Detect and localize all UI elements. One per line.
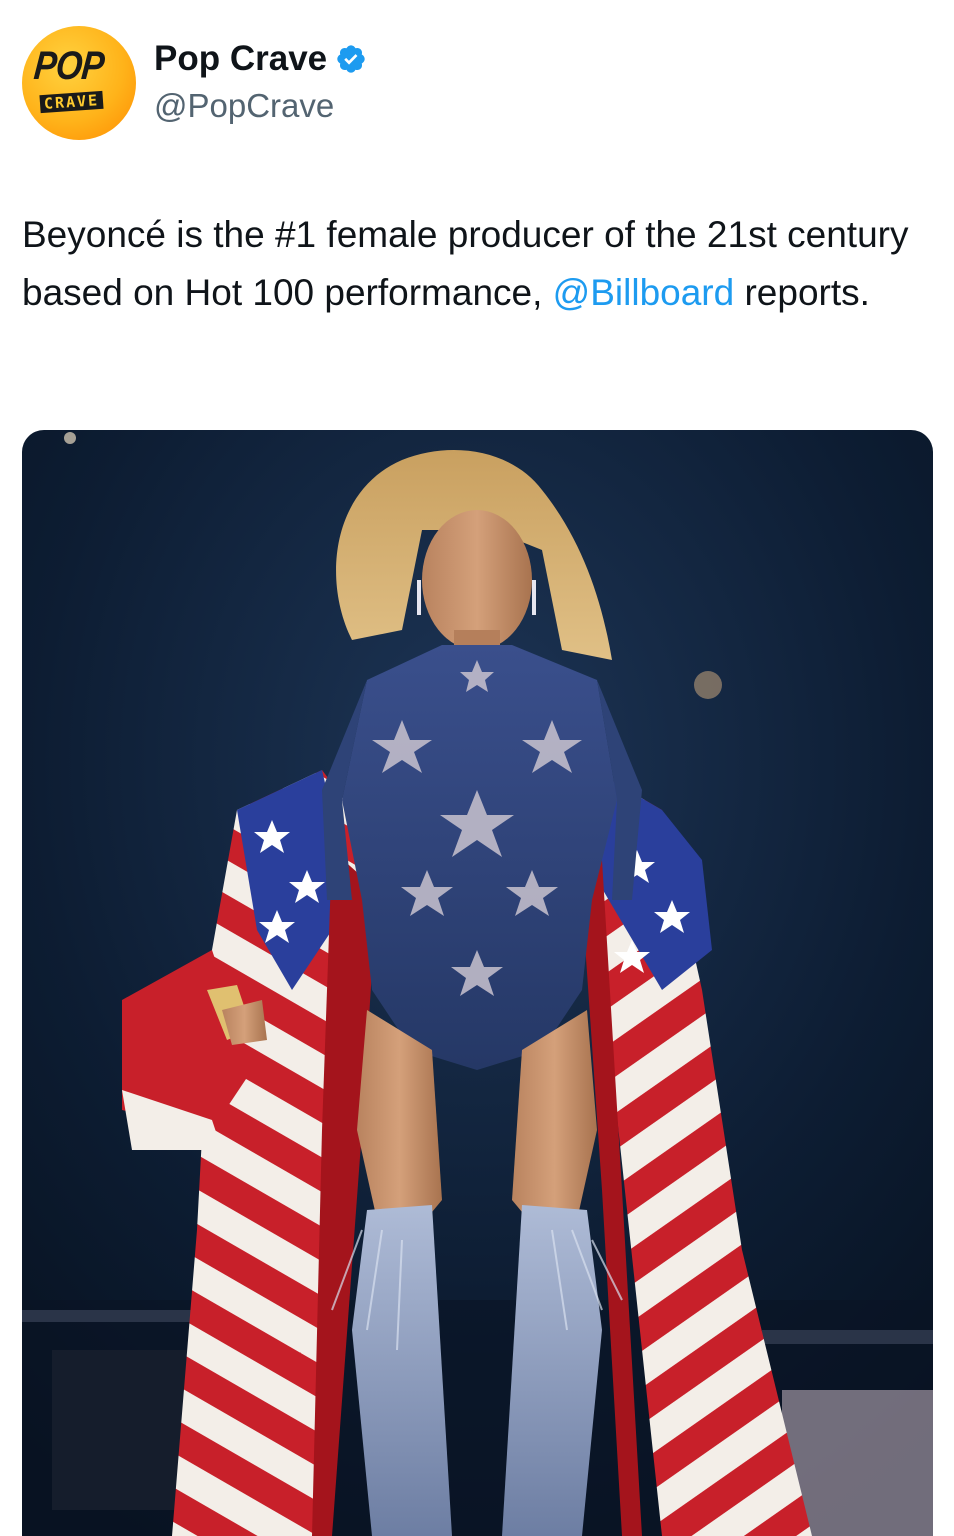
mention-link[interactable]: @Billboard <box>553 272 735 313</box>
tweet-text: Beyoncé is the #1 female producer of the… <box>22 206 922 322</box>
performer-photo <box>22 430 933 1536</box>
handle[interactable]: @PopCrave <box>154 84 367 128</box>
avatar[interactable]: POP CRAVE <box>22 26 136 140</box>
tweet-photo[interactable] <box>22 430 933 1536</box>
name-row: Pop Crave <box>154 38 367 80</box>
tweet-header: POP CRAVE Pop Crave @PopCrave <box>22 26 367 140</box>
avatar-logo-top: POP <box>32 44 106 88</box>
avatar-logo-bottom: CRAVE <box>39 90 104 114</box>
tweet-text-end: reports. <box>734 272 870 313</box>
author-names: Pop Crave @PopCrave <box>154 38 367 128</box>
display-name[interactable]: Pop Crave <box>154 38 327 80</box>
verified-badge-icon <box>335 43 367 75</box>
